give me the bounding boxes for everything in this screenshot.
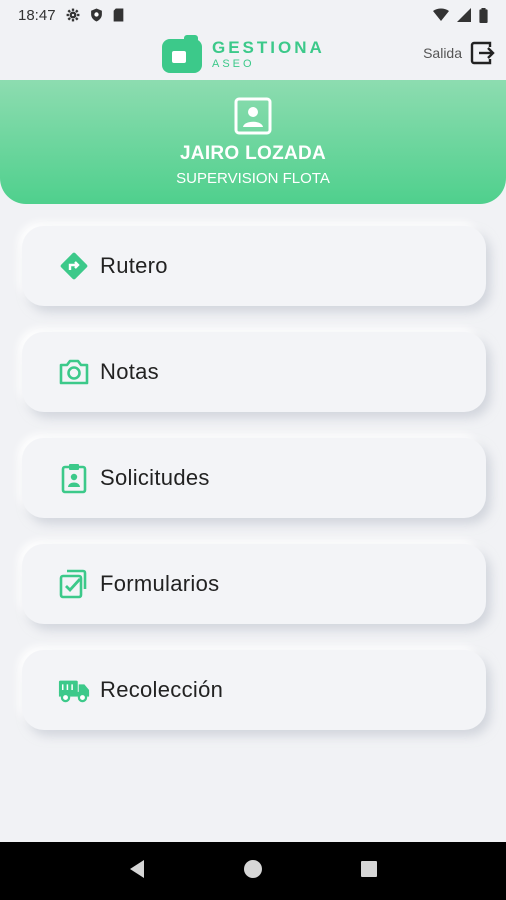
logout-icon bbox=[470, 41, 495, 65]
home-icon[interactable] bbox=[243, 859, 263, 884]
system-nav-bar bbox=[0, 842, 506, 900]
main-menu: Rutero Notas Solicitudes Formularios Rec… bbox=[22, 226, 486, 756]
menu-item-notas[interactable]: Notas bbox=[22, 332, 486, 412]
checklist-icon bbox=[58, 568, 90, 600]
exit-button[interactable]: Salida bbox=[423, 41, 496, 65]
menu-item-recoleccion[interactable]: Recolección bbox=[22, 650, 486, 730]
status-time: 18:47 bbox=[18, 6, 56, 24]
menu-label-formularios: Formularios bbox=[100, 571, 220, 596]
status-bar: 18:47 bbox=[0, 0, 506, 30]
menu-item-rutero[interactable]: Rutero bbox=[22, 226, 486, 306]
wifi-icon bbox=[433, 8, 449, 22]
menu-item-formularios[interactable]: Formularios bbox=[22, 544, 486, 624]
exit-label: Salida bbox=[423, 45, 462, 61]
clipboard-user-icon bbox=[58, 462, 90, 494]
logo-title: GESTIONA bbox=[212, 37, 325, 57]
menu-item-solicitudes[interactable]: Solicitudes bbox=[22, 438, 486, 518]
sim-card-icon bbox=[113, 8, 124, 22]
battery-icon bbox=[479, 7, 488, 23]
menu-label-recoleccion: Recolección bbox=[100, 677, 224, 702]
back-icon[interactable] bbox=[128, 859, 146, 884]
signal-icon bbox=[457, 8, 471, 22]
logo-mark-icon bbox=[162, 35, 202, 73]
logo-subtitle: ASEO bbox=[212, 57, 255, 70]
app-logo: GESTIONA ASEO bbox=[162, 35, 325, 73]
shield-icon bbox=[90, 8, 103, 22]
profile-header: JAIRO LOZADA SUPERVISION FLOTA bbox=[0, 80, 506, 204]
user-name: JAIRO LOZADA bbox=[179, 143, 327, 164]
truck-icon bbox=[58, 674, 90, 706]
camera-icon bbox=[58, 356, 90, 388]
recents-icon[interactable] bbox=[360, 860, 378, 883]
route-sign-icon bbox=[58, 250, 90, 282]
menu-label-solicitudes: Solicitudes bbox=[100, 465, 210, 490]
menu-label-rutero: Rutero bbox=[100, 253, 168, 278]
settings-icon bbox=[66, 8, 80, 22]
user-portrait-icon bbox=[234, 97, 272, 135]
user-role: SUPERVISION FLOTA bbox=[176, 170, 330, 187]
menu-label-notas: Notas bbox=[100, 359, 159, 384]
app-bar: GESTIONA ASEO Salida bbox=[0, 30, 506, 78]
